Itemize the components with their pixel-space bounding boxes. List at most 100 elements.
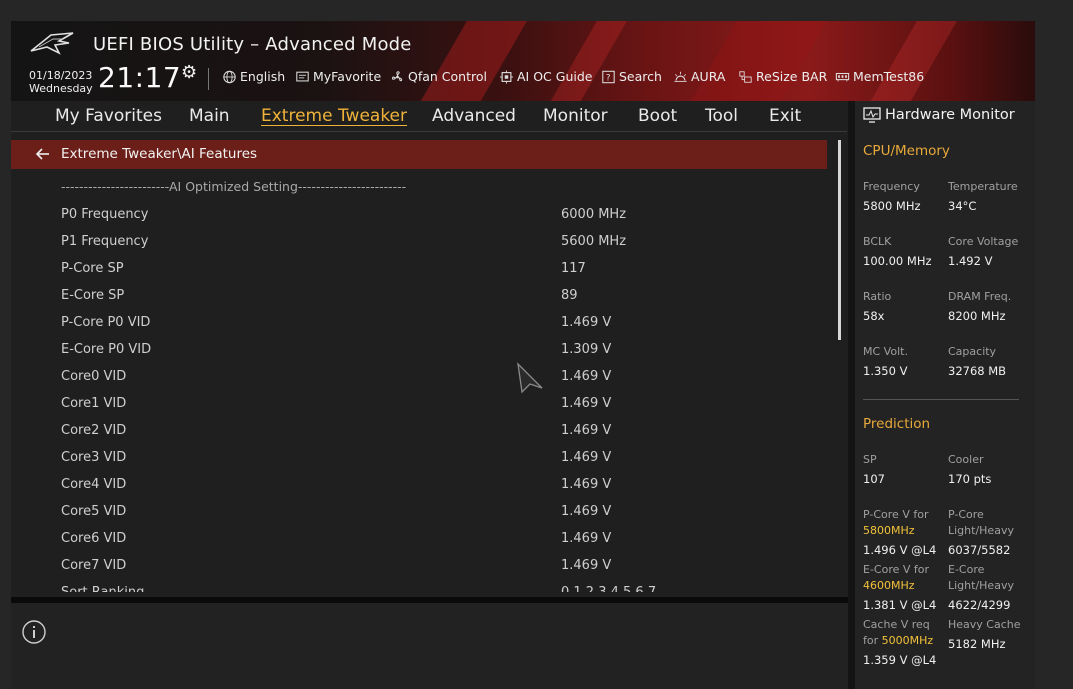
decor-stripe [409, 21, 533, 101]
breadcrumb: Extreme Tweaker\AI Features [11, 140, 827, 169]
tab-monitor[interactable]: Monitor [543, 106, 608, 126]
breadcrumb-path: Extreme Tweaker\AI Features [61, 146, 258, 162]
setting-value: 89 [561, 288, 578, 303]
globe-icon [223, 70, 236, 83]
hardware-monitor-label: Hardware Monitor [885, 107, 1015, 123]
weekday-text: Wednesday [29, 82, 93, 95]
search-label: Search [619, 69, 662, 84]
setting-label: E-Core SP [61, 288, 125, 303]
pcore-v-label: P-Core V for 5800MHz [863, 507, 928, 539]
memtest86-button[interactable]: MemTest86 [835, 69, 924, 84]
setting-label: Core0 VID [61, 369, 127, 384]
resize-bar-button[interactable]: ReSize BAR [738, 69, 827, 84]
ai-oc-guide-label: AI OC Guide [517, 69, 593, 84]
setting-label: P-Core SP [61, 261, 124, 276]
setting-row[interactable]: E-Core P0 VID 1.309 V [11, 336, 827, 363]
help-panel [11, 603, 848, 689]
search-button[interactable]: ? Search [601, 69, 662, 84]
setting-row[interactable]: Core5 VID 1.469 V [11, 498, 827, 525]
setting-value: 117 [561, 261, 586, 276]
setting-row[interactable]: Core7 VID 1.469 V [11, 552, 827, 579]
setting-row[interactable]: P1 Frequency 5600 MHz [11, 228, 827, 255]
prediction-heading: Prediction [863, 416, 931, 432]
setting-value: 0 1 2 3 4 5 6 7 [561, 585, 656, 592]
aura-button[interactable]: AURA [673, 69, 725, 84]
ecore-lh-label: E-Core Light/Heavy [948, 562, 1014, 594]
setting-row[interactable]: Core0 VID 1.469 V [11, 363, 827, 390]
back-arrow-icon[interactable] [35, 146, 51, 162]
ai-oc-guide-button[interactable]: AI OC Guide [499, 69, 592, 84]
ratio-label: Ratio [863, 290, 892, 303]
setting-row[interactable]: Sort Ranking 0 1 2 3 4 5 6 7 [11, 579, 827, 592]
rog-logo-icon [30, 32, 74, 55]
setting-row[interactable]: P0 Frequency 6000 MHz [11, 201, 827, 228]
tab-exit[interactable]: Exit [769, 106, 801, 126]
setting-row[interactable]: P-Core SP 117 [11, 255, 827, 282]
pcore-lh-label: P-Core Light/Heavy [948, 507, 1014, 539]
setting-label: P-Core P0 VID [61, 315, 151, 330]
cache-v-label-for: for [863, 634, 879, 647]
resize-bar-label: ReSize BAR [756, 69, 828, 84]
tab-extreme-tweaker[interactable]: Extreme Tweaker [261, 106, 407, 126]
temperature-value: 34°C [948, 199, 977, 213]
tab-advanced[interactable]: Advanced [432, 106, 516, 126]
ecore-v-label: E-Core V for 4600MHz [863, 562, 929, 594]
core-voltage-value: 1.492 V [948, 254, 993, 268]
setting-label: Sort Ranking [61, 585, 144, 592]
setting-row[interactable]: Core2 VID 1.469 V [11, 417, 827, 444]
aura-icon [674, 71, 687, 82]
setting-value: 1.469 V [561, 504, 612, 519]
settings-list: ------------------------AI Optimized Set… [11, 174, 827, 592]
gear-icon[interactable]: ⚙ [181, 62, 197, 83]
pcore-lh-label-line1: P-Core [948, 508, 984, 521]
bclk-label: BCLK [863, 235, 892, 248]
setting-label: Core5 VID [61, 504, 127, 519]
tab-my-favorites[interactable]: My Favorites [55, 106, 162, 126]
ratio-value: 58x [863, 309, 885, 323]
cpu-memory-heading: CPU/Memory [863, 143, 950, 159]
mc-volt-value: 1.350 V [863, 364, 908, 378]
language-label: English [240, 69, 286, 84]
mouse-cursor-icon [517, 362, 543, 394]
ecore-lh-label-line2: Light/Heavy [948, 579, 1014, 592]
setting-value: 6000 MHz [561, 207, 627, 222]
setting-row[interactable]: E-Core SP 89 [11, 282, 827, 309]
setting-label: Core7 VID [61, 558, 127, 573]
tab-main[interactable]: Main [189, 106, 230, 126]
date-display[interactable]: 01/18/2023 Wednesday [29, 69, 93, 95]
setting-row[interactable]: Core3 VID 1.469 V [11, 444, 827, 471]
scrollbar[interactable] [838, 140, 841, 340]
setting-value: 1.469 V [561, 369, 612, 384]
setting-row[interactable]: Core6 VID 1.469 V [11, 525, 827, 552]
setting-value: 1.469 V [561, 315, 612, 330]
temperature-label: Temperature [948, 180, 1018, 193]
capacity-value: 32768 MB [948, 364, 1007, 378]
setting-row[interactable]: P-Core P0 VID 1.469 V [11, 309, 827, 336]
setting-row[interactable]: Core1 VID 1.469 V [11, 390, 827, 417]
setting-label: Core4 VID [61, 477, 127, 492]
pcore-lh-value: 6037/5582 [948, 543, 1011, 557]
setting-label: Core2 VID [61, 423, 127, 438]
tab-tool[interactable]: Tool [705, 106, 738, 126]
setting-label: P0 Frequency [61, 207, 149, 222]
setting-row[interactable]: Core4 VID 1.469 V [11, 471, 827, 498]
aura-label: AURA [691, 69, 726, 84]
frequency-value: 5800 MHz [863, 199, 921, 213]
mc-volt-label: MC Volt. [863, 345, 908, 358]
clock-display[interactable]: 21:17 [98, 61, 181, 94]
language-button[interactable]: English [222, 69, 285, 84]
setting-label: Core3 VID [61, 450, 127, 465]
dram-freq-label: DRAM Freq. [948, 290, 1012, 303]
svg-text:?: ? [606, 73, 611, 83]
monitor-icon [863, 107, 881, 123]
qfan-control-button[interactable]: Qfan Control [390, 69, 487, 84]
pcore-lh-label-line2: Light/Heavy [948, 524, 1014, 537]
setting-value: 1.469 V [561, 450, 612, 465]
setting-value: 5600 MHz [561, 234, 627, 249]
myfavorite-button[interactable]: MyFavorite [295, 69, 381, 84]
ecore-lh-value: 4622/4299 [948, 598, 1011, 612]
pcore-v-value: 1.496 V @L4 [863, 543, 937, 557]
setting-value: 1.469 V [561, 531, 612, 546]
pcore-v-freq: 5800MHz [863, 524, 915, 537]
tab-boot[interactable]: Boot [638, 106, 677, 126]
